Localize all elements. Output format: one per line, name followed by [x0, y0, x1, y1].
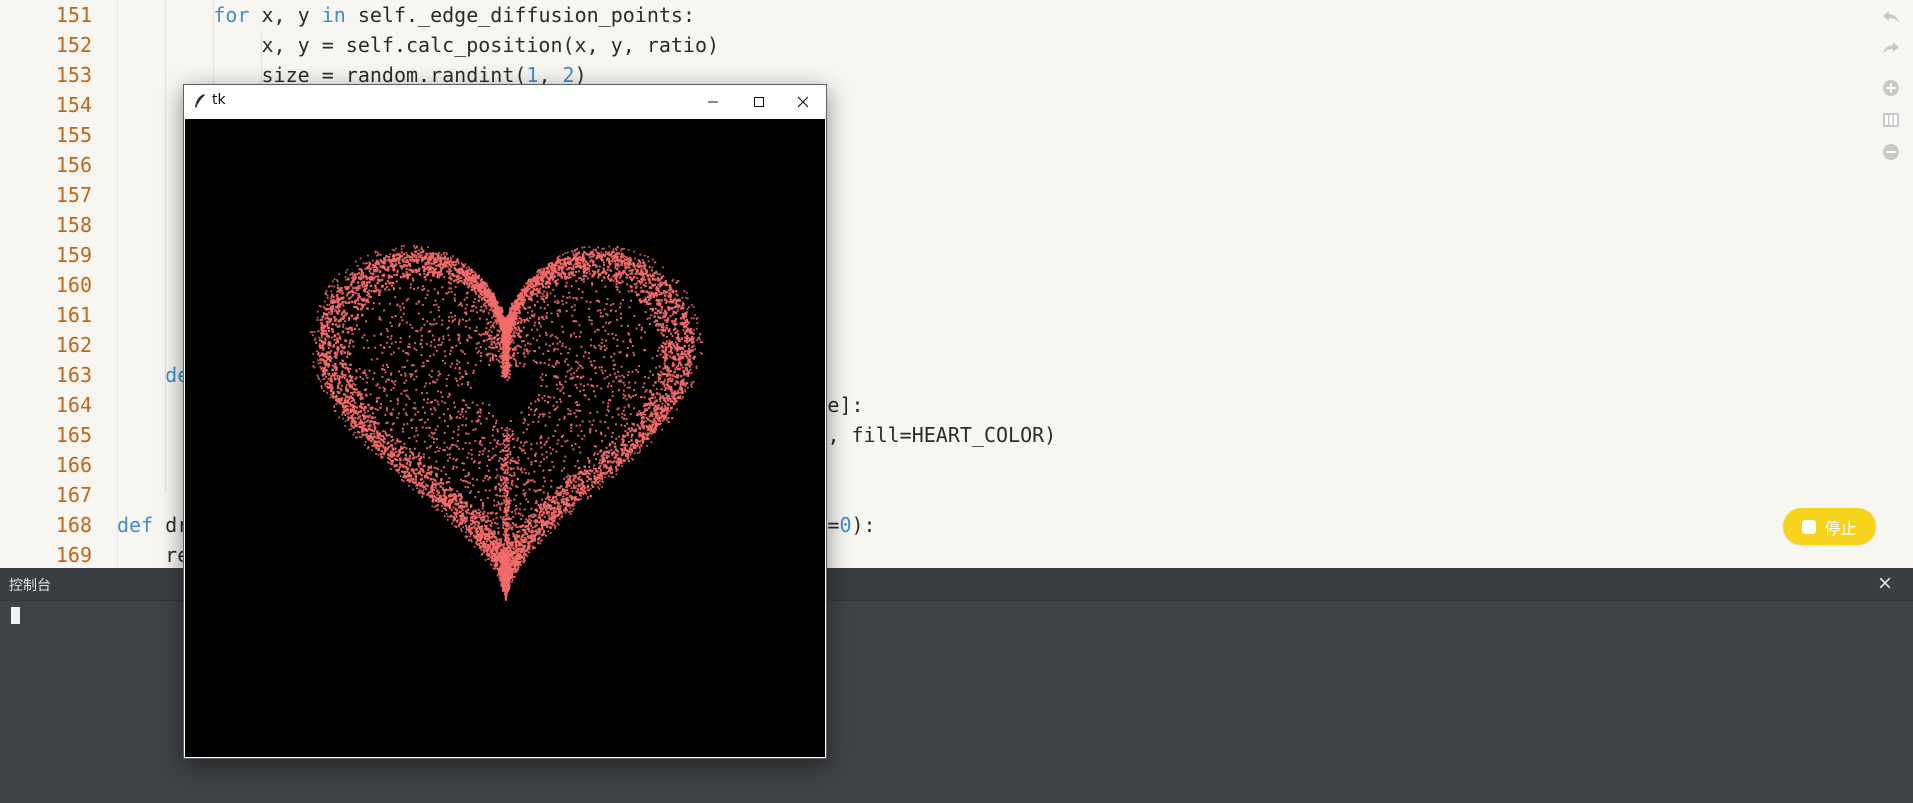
code-text: re	[117, 540, 189, 568]
code-token: x, y = self.calc_position(x, y, ratio)	[117, 33, 720, 57]
line-number: 169	[55, 543, 92, 567]
heart-particles	[309, 244, 704, 601]
close-icon	[797, 96, 809, 107]
code-line[interactable]: 151 for x, y in self._edge_diffusion_poi…	[0, 0, 1913, 30]
line-number: 160	[55, 273, 92, 297]
code-text: for x, y in self._edge_diffusion_points:	[117, 0, 695, 30]
undo-icon[interactable]	[1881, 7, 1901, 27]
code-token: 0	[839, 513, 852, 537]
tk-window[interactable]: tk	[183, 84, 827, 759]
code-token: re	[117, 543, 190, 567]
line-number: 151	[55, 3, 92, 27]
code-token: def	[117, 513, 154, 537]
line-number: 152	[55, 33, 92, 57]
code-line[interactable]: 152 x, y = self.calc_position(x, y, rati…	[0, 30, 1913, 60]
redo-icon[interactable]	[1881, 38, 1901, 58]
tk-window-title: tk	[212, 92, 226, 108]
zoom-in-icon[interactable]	[1881, 78, 1901, 98]
code-token: in	[321, 3, 346, 27]
zoom-out-icon[interactable]	[1881, 142, 1901, 162]
stop-button-label: 停止	[1824, 518, 1857, 538]
code-text: x, y = self.calc_position(x, y, ratio)	[117, 30, 719, 60]
tk-titlebar[interactable]: tk	[184, 85, 826, 118]
close-icon[interactable]	[1875, 573, 1895, 593]
feather-icon	[195, 94, 205, 108]
stop-button[interactable]: 停止	[1783, 508, 1876, 545]
line-number: 164	[55, 393, 92, 417]
line-number: 155	[55, 123, 92, 147]
heart-canvas	[185, 119, 825, 757]
window-close-button[interactable]	[780, 85, 826, 118]
line-number: 162	[55, 333, 92, 357]
code-text: de	[117, 360, 189, 390]
line-number: 154	[55, 93, 92, 117]
minimize-icon	[708, 101, 718, 102]
maximize-icon	[754, 96, 764, 107]
code-token: ):	[851, 513, 876, 537]
line-number: 163	[55, 363, 92, 387]
minimize-button[interactable]	[690, 85, 736, 118]
line-number: 156	[55, 153, 92, 177]
line-number: 168	[55, 513, 92, 537]
maximize-button[interactable]	[736, 85, 782, 118]
line-number: 165	[55, 423, 92, 447]
line-number: 167	[55, 483, 92, 507]
code-token: for	[213, 3, 250, 27]
line-number: 159	[55, 243, 92, 267]
line-number: 166	[55, 453, 92, 477]
stop-icon	[1802, 519, 1817, 534]
console-title: 控制台	[9, 578, 51, 594]
line-number: 153	[55, 63, 92, 87]
line-number: 158	[55, 213, 92, 237]
code-token: , fill=HEART_COLOR)	[827, 423, 1057, 447]
code-token: self._edge_diffusion_points:	[345, 3, 695, 27]
columns-icon[interactable]	[1881, 110, 1901, 130]
text-cursor	[11, 607, 20, 624]
code-token: x, y	[249, 3, 322, 27]
line-number: 161	[55, 303, 92, 327]
line-number: 157	[55, 183, 92, 207]
